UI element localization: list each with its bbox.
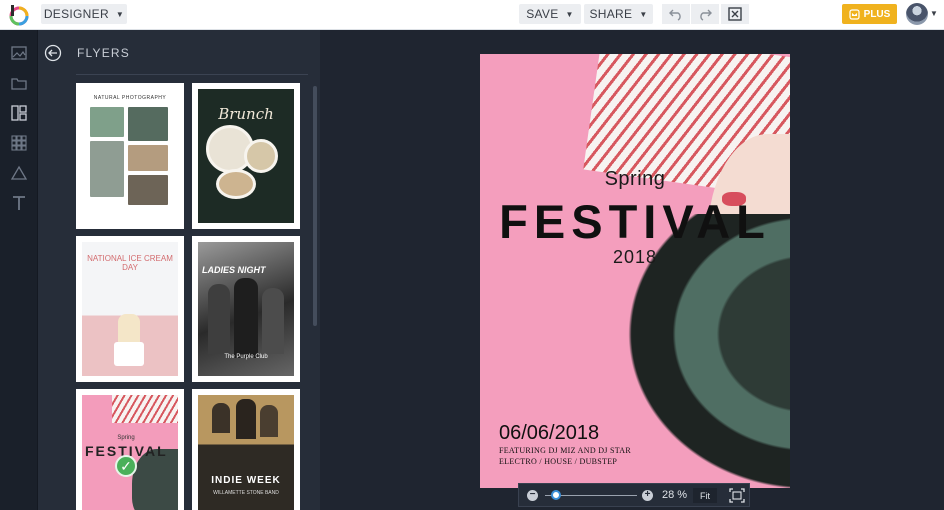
share-label: SHARE bbox=[589, 7, 633, 21]
zoom-slider-handle[interactable] bbox=[551, 490, 561, 500]
plate-graphic bbox=[216, 169, 256, 199]
user-avatar[interactable] bbox=[906, 3, 928, 25]
poster-line-1: FEATURING DJ MIZ AND DJ STAR bbox=[499, 446, 631, 455]
figure-graphic bbox=[234, 278, 258, 358]
zoom-value: 28 % bbox=[662, 489, 688, 501]
close-box-icon bbox=[728, 7, 742, 21]
selected-check-icon: ✓ bbox=[115, 455, 137, 477]
undo-button[interactable] bbox=[662, 4, 690, 24]
designer-mode-dropdown[interactable]: DESIGNER ▼ bbox=[41, 4, 127, 24]
plus-label: PLUS bbox=[863, 8, 891, 20]
poster-kicker[interactable]: Spring bbox=[480, 168, 790, 191]
text-icon[interactable] bbox=[10, 194, 28, 212]
flyers-panel: FLYERS NATURAL PHOTOGRAPHY Brunch NATION… bbox=[38, 30, 320, 510]
template-preview: Spring FESTIVAL ✓ bbox=[82, 395, 178, 510]
designer-mode-label: DESIGNER bbox=[43, 7, 109, 21]
figure-graphic bbox=[208, 284, 230, 354]
folder-icon[interactable] bbox=[10, 74, 28, 92]
template-preview: NATIONAL ICE CREAM DAY bbox=[82, 242, 178, 376]
template-text: NATURAL PHOTOGRAPHY bbox=[93, 95, 167, 101]
template-text: Brunch bbox=[218, 105, 274, 123]
save-label: SAVE bbox=[526, 7, 559, 21]
template-subtext: WILLAMETTE STONE BAND bbox=[213, 490, 279, 496]
grid-icon[interactable] bbox=[10, 134, 28, 152]
poster-date[interactable]: 06/06/2018 bbox=[499, 422, 599, 445]
poster-headline[interactable]: FESTIVAL bbox=[480, 194, 790, 249]
figure-graphic bbox=[262, 288, 284, 354]
layout-icon[interactable] bbox=[10, 104, 28, 122]
template-text: LADIES NIGHT bbox=[202, 265, 266, 275]
photo-block bbox=[128, 175, 168, 205]
crown-badge-icon bbox=[849, 8, 860, 20]
poster-details[interactable]: FEATURING DJ MIZ AND DJ STAR ELECTRO / H… bbox=[499, 445, 631, 467]
poster-line-2: ELECTRO / HOUSE / DUBSTEP bbox=[499, 457, 618, 466]
template-preview: NATURAL PHOTOGRAPHY bbox=[82, 89, 178, 223]
template-preview: Brunch bbox=[198, 89, 294, 223]
template-preview: INDIE WEEK WILLAMETTE STONE BAND bbox=[198, 395, 294, 510]
share-button[interactable]: SHARE ▼ bbox=[584, 4, 653, 24]
photo-block bbox=[90, 107, 124, 137]
chevron-down-icon[interactable]: ▼ bbox=[930, 9, 938, 18]
zoom-fit-button[interactable]: Fit bbox=[693, 488, 717, 503]
zoom-in-icon[interactable]: + bbox=[642, 490, 653, 501]
close-design-button[interactable] bbox=[721, 4, 749, 24]
divider bbox=[76, 74, 308, 75]
template-thumb-natural-photography[interactable]: NATURAL PHOTOGRAPHY bbox=[76, 83, 184, 229]
template-subtext: The Purple Club bbox=[224, 354, 268, 360]
template-text-top: Spring bbox=[117, 435, 135, 441]
tool-rail bbox=[0, 30, 38, 510]
template-preview: LADIES NIGHT The Purple Club bbox=[198, 242, 294, 376]
photo-block bbox=[128, 107, 168, 141]
template-text: NATIONAL ICE CREAM DAY bbox=[87, 254, 173, 272]
flyer-poster[interactable]: Spring FESTIVAL 2018 06/06/2018 FEATURIN… bbox=[480, 54, 790, 488]
save-button[interactable]: SAVE ▼ bbox=[519, 4, 581, 24]
zoom-controls: − + 28 % Fit bbox=[518, 483, 750, 507]
photo-block bbox=[90, 141, 124, 197]
photo-block bbox=[128, 145, 168, 171]
poster-year[interactable]: 2018 bbox=[480, 247, 790, 268]
template-thumb-brunch[interactable]: Brunch bbox=[192, 83, 300, 229]
back-arrow-icon[interactable] bbox=[44, 44, 62, 62]
template-thumb-indie-week[interactable]: INDIE WEEK WILLAMETTE STONE BAND bbox=[192, 389, 300, 510]
zoom-out-icon[interactable]: − bbox=[527, 490, 538, 501]
fit-screen-icon[interactable] bbox=[729, 488, 745, 503]
figure-graphic bbox=[212, 403, 230, 433]
panel-title: FLYERS bbox=[77, 46, 130, 60]
panel-scrollbar[interactable] bbox=[313, 86, 317, 326]
cup-graphic bbox=[114, 342, 144, 366]
undo-icon bbox=[669, 9, 681, 21]
plate-graphic bbox=[244, 139, 278, 173]
stripe-graphic bbox=[112, 395, 178, 423]
redo-icon bbox=[700, 9, 712, 21]
figure-graphic bbox=[260, 405, 278, 437]
chevron-down-icon: ▼ bbox=[639, 9, 648, 19]
template-thumb-spring-festival[interactable]: Spring FESTIVAL ✓ bbox=[76, 389, 184, 510]
photo-icon[interactable] bbox=[10, 44, 28, 62]
shapes-icon[interactable] bbox=[10, 164, 28, 182]
chevron-down-icon: ▼ bbox=[565, 9, 574, 19]
template-thumb-ladies-night[interactable]: LADIES NIGHT The Purple Club bbox=[192, 236, 300, 382]
redo-button[interactable] bbox=[691, 4, 719, 24]
top-toolbar: DESIGNER ▼ SAVE ▼ SHARE ▼ PLUS ▼ bbox=[0, 0, 944, 30]
template-text: INDIE WEEK bbox=[211, 475, 281, 486]
plus-upgrade-button[interactable]: PLUS bbox=[842, 4, 897, 24]
template-thumb-ice-cream-day[interactable]: NATIONAL ICE CREAM DAY bbox=[76, 236, 184, 382]
chevron-down-icon: ▼ bbox=[115, 9, 125, 19]
app-logo-icon[interactable] bbox=[8, 4, 30, 26]
figure-graphic bbox=[236, 399, 256, 439]
